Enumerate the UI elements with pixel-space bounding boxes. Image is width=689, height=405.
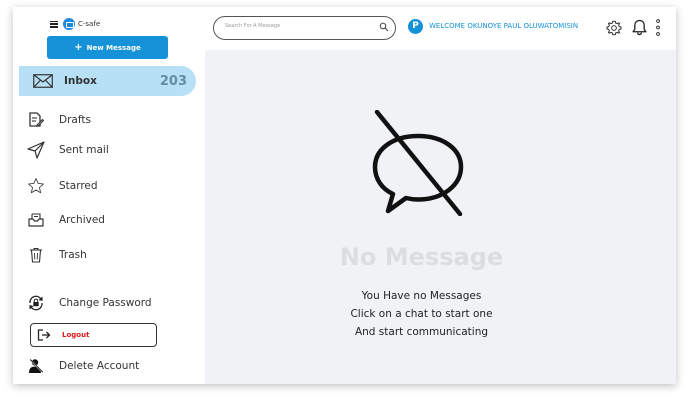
bell-icon[interactable] bbox=[632, 19, 647, 36]
sidebar-item-label: Trash bbox=[59, 249, 87, 261]
mail-icon bbox=[33, 74, 53, 88]
plus-icon: + bbox=[74, 42, 83, 53]
inbox-count: 203 bbox=[159, 73, 187, 89]
logout-button[interactable]: Logout bbox=[30, 323, 157, 347]
sidebar-item-trash[interactable]: Trash bbox=[27, 244, 87, 266]
brand: C-safe bbox=[50, 17, 100, 31]
sidebar-item-drafts[interactable]: Drafts bbox=[27, 109, 91, 131]
main-content: Search For A Message P WELCOME OKUNOYE P… bbox=[205, 7, 676, 384]
search-placeholder: Search For A Message bbox=[225, 23, 281, 29]
welcome-text: WELCOME OKUNOYE PAUL OLUWATOMISIN bbox=[429, 22, 579, 30]
send-icon bbox=[27, 141, 45, 159]
delete-user-icon bbox=[27, 357, 45, 375]
new-message-label: New Message bbox=[86, 43, 141, 52]
brand-name: C-safe bbox=[78, 20, 101, 28]
search-input[interactable]: Search For A Message bbox=[213, 16, 396, 40]
change-password-label: Change Password bbox=[59, 297, 152, 309]
empty-state-line: And start communicating bbox=[354, 326, 489, 338]
logo-icon bbox=[63, 18, 75, 30]
search-icon[interactable] bbox=[379, 22, 389, 32]
sidebar-item-label: Sent mail bbox=[59, 144, 109, 156]
avatar[interactable]: P bbox=[408, 18, 423, 34]
sidebar-item-starred[interactable]: Starred bbox=[27, 175, 98, 197]
trash-icon bbox=[27, 246, 45, 264]
star-icon bbox=[27, 177, 45, 195]
sidebar-item-label: Starred bbox=[59, 180, 98, 192]
app-window: C-safe + New Message Inbox 203 Drafts Se… bbox=[13, 7, 676, 384]
sidebar: C-safe + New Message Inbox 203 Drafts Se… bbox=[13, 7, 205, 384]
sidebar-item-inbox[interactable]: Inbox 203 bbox=[19, 66, 196, 96]
more-options-icon[interactable] bbox=[656, 19, 660, 36]
delete-account-label: Delete Account bbox=[59, 360, 140, 372]
sidebar-item-label: Archived bbox=[59, 214, 105, 226]
empty-state-line: Click on a chat to start one bbox=[350, 308, 493, 320]
lock-refresh-icon bbox=[27, 294, 45, 312]
delete-account-button[interactable]: Delete Account bbox=[27, 355, 139, 377]
top-bar: Search For A Message P WELCOME OKUNOYE P… bbox=[205, 7, 676, 50]
drafts-icon bbox=[27, 111, 45, 129]
no-message-icon bbox=[372, 110, 464, 216]
menu-icon[interactable] bbox=[50, 20, 58, 28]
user-greeting: P WELCOME OKUNOYE PAUL OLUWATOMISIN bbox=[408, 18, 578, 34]
empty-state-line: You Have no Messages bbox=[361, 290, 482, 302]
new-message-button[interactable]: + New Message bbox=[47, 36, 168, 59]
gear-icon[interactable] bbox=[606, 20, 622, 36]
archive-icon bbox=[27, 211, 45, 229]
sidebar-item-sent-mail[interactable]: Sent mail bbox=[27, 139, 109, 161]
sidebar-item-archived[interactable]: Archived bbox=[27, 209, 105, 231]
change-password-button[interactable]: Change Password bbox=[27, 292, 152, 314]
inbox-label: Inbox bbox=[64, 75, 97, 87]
empty-state-title: No Message bbox=[339, 243, 504, 271]
logout-icon bbox=[37, 329, 51, 341]
logout-label: Logout bbox=[62, 331, 90, 339]
sidebar-item-label: Drafts bbox=[59, 114, 91, 126]
